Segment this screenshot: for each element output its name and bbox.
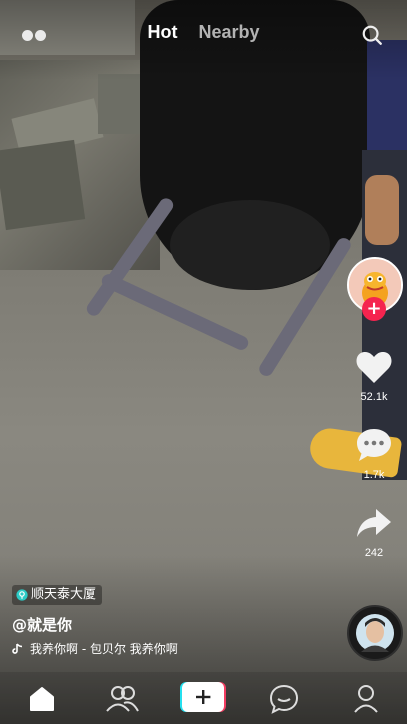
video-background-animal-head: [170, 200, 330, 290]
share-count: 242: [364, 547, 384, 559]
heart-icon: [356, 351, 392, 383]
search-icon[interactable]: [361, 24, 383, 46]
music-title: 我养你啊 - 包贝尔 我养你啊: [30, 642, 178, 656]
tab-hot[interactable]: Hot: [147, 22, 177, 42]
video-background-hand: [365, 175, 399, 245]
comment-count: 1.7k: [363, 469, 385, 481]
top-bar: Hot Nearby: [0, 22, 407, 52]
music-info[interactable]: 我养你啊 - 包贝尔 我养你啊: [12, 640, 248, 657]
music-disc-avatar-icon: [349, 607, 401, 659]
author-username[interactable]: @就是你: [12, 614, 72, 635]
video-background-brick: [0, 139, 86, 231]
tab-nearby[interactable]: Nearby: [198, 22, 259, 42]
comment-button[interactable]: 1.7k: [349, 426, 399, 481]
share-button[interactable]: 242: [349, 506, 399, 559]
video-screen[interactable]: Hot Nearby + 52.1k 1.7k 242 顺天泰大厦 @就是你 我…: [0, 0, 407, 724]
messages-icon[interactable]: [264, 682, 304, 714]
music-note-icon: [12, 642, 23, 654]
follow-button[interactable]: +: [362, 297, 386, 321]
like-button[interactable]: 52.1k: [349, 348, 399, 403]
music-disc[interactable]: [347, 605, 403, 661]
location-pin-icon: [16, 589, 28, 601]
location-label: 顺天泰大厦: [31, 587, 97, 602]
bottom-nav: [0, 672, 407, 724]
friends-icon[interactable]: [102, 682, 142, 714]
profile-icon[interactable]: [346, 682, 386, 714]
feed-tabs: Hot Nearby: [0, 22, 407, 43]
share-arrow-icon: [357, 509, 391, 537]
add-icon[interactable]: [180, 682, 226, 712]
location-tag[interactable]: 顺天泰大厦: [12, 585, 103, 605]
comment-icon: [357, 429, 391, 461]
like-count: 52.1k: [360, 391, 388, 403]
home-icon[interactable]: [22, 682, 62, 714]
